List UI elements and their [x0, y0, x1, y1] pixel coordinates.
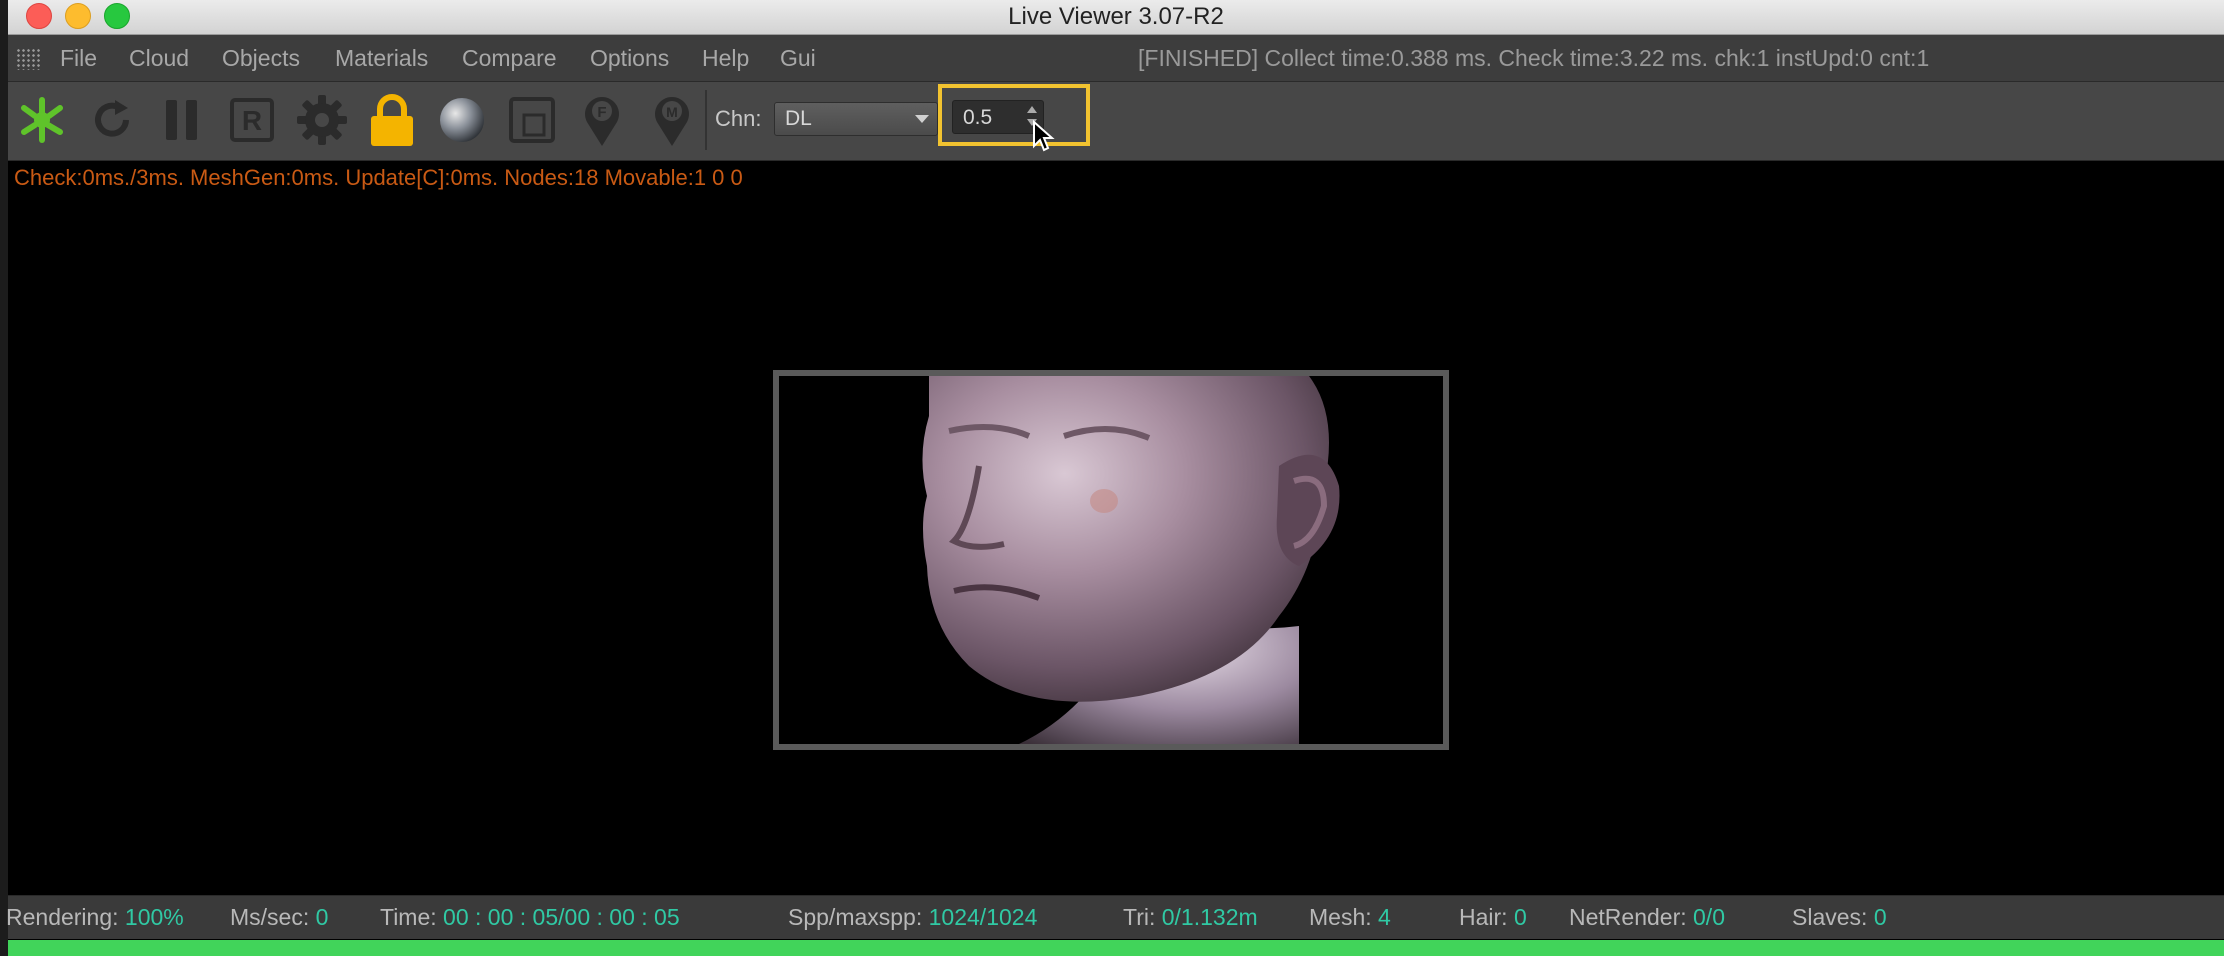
- octane-render-icon[interactable]: [14, 92, 70, 148]
- live-viewer-window: Live Viewer 3.07-R2 File Cloud Objects M…: [6, 0, 2224, 956]
- menu-compare[interactable]: Compare: [462, 45, 557, 72]
- render-info-line: Check:0ms./3ms. MeshGen:0ms. Update[C]:0…: [14, 165, 743, 190]
- netrender-value: 0/0: [1693, 904, 1725, 930]
- hair-stat: Hair: 0: [1459, 904, 1527, 931]
- render-progress-fill: [8, 940, 2224, 956]
- menu-gui[interactable]: Gui: [780, 45, 816, 72]
- restart-icon[interactable]: [84, 92, 140, 148]
- material-picker-icon[interactable]: M: [644, 92, 700, 148]
- channel-dropdown[interactable]: DL: [774, 102, 938, 136]
- tri-value: 0/1.132m: [1161, 904, 1258, 930]
- collect-status-text: [FINISHED] Collect time:0.388 ms. Check …: [1138, 45, 1930, 71]
- svg-text:R: R: [242, 105, 262, 136]
- chevron-down-icon: [915, 115, 929, 123]
- slaves-value: 0: [1873, 904, 1887, 930]
- time-label: Time:: [380, 904, 437, 930]
- tri-label: Tri:: [1123, 904, 1156, 930]
- pause-icon[interactable]: [154, 92, 210, 148]
- slaves-label: Slaves:: [1792, 904, 1868, 930]
- menu-options[interactable]: Options: [590, 45, 669, 72]
- spp-label: Spp/maxspp:: [788, 904, 923, 930]
- rendered-head-image: [779, 376, 1443, 744]
- time-stat: Time: 00 : 00 : 05/00 : 00 : 05: [380, 904, 680, 931]
- mesh-value: 4: [1378, 904, 1391, 930]
- mssec-value: 0: [315, 904, 329, 930]
- menu-bar: File Cloud Objects Materials Compare Opt…: [8, 35, 2224, 82]
- focus-region-icon[interactable]: [504, 92, 560, 148]
- spp-value: 1024/1024: [928, 904, 1038, 930]
- material-sphere-icon[interactable]: [434, 92, 490, 148]
- menu-help[interactable]: Help: [702, 45, 749, 72]
- mouse-cursor-icon: [1033, 120, 1055, 152]
- menu-cloud[interactable]: Cloud: [129, 45, 189, 72]
- spp-stat: Spp/maxspp: 1024/1024: [788, 904, 1037, 931]
- rendering-value: 100%: [124, 904, 184, 930]
- mesh-stat: Mesh: 4: [1309, 904, 1391, 931]
- svg-text:F: F: [597, 104, 606, 121]
- toolbar-separator: [705, 90, 707, 150]
- channel-label: Chn:: [715, 106, 762, 131]
- slaves-stat: Slaves: 0: [1792, 904, 1887, 931]
- lock-icon[interactable]: [364, 92, 420, 148]
- title-bar: Live Viewer 3.07-R2: [8, 0, 2224, 35]
- mssec-label: Ms/sec:: [230, 904, 310, 930]
- spin-up-arrow-icon[interactable]: [1027, 106, 1037, 113]
- channel-value: DL: [785, 107, 812, 130]
- hair-label: Hair:: [1459, 904, 1508, 930]
- hair-value: 0: [1513, 904, 1527, 930]
- toolbar: R F M Chn: DL 0.5: [8, 82, 2224, 161]
- render-progress-bar: [8, 940, 2224, 956]
- mesh-label: Mesh:: [1309, 904, 1372, 930]
- svg-text:M: M: [666, 104, 678, 120]
- mssec-stat: Ms/sec: 0: [230, 904, 328, 931]
- netrender-label: NetRender:: [1569, 904, 1687, 930]
- status-bar: Rendering: 100% Ms/sec: 0 Time: 00 : 00 …: [6, 895, 2224, 939]
- settings-gear-icon[interactable]: [294, 92, 350, 148]
- render-image-frame: [773, 370, 1449, 750]
- time-value: 00 : 00 : 05/00 : 00 : 05: [443, 904, 680, 930]
- focus-picker-icon[interactable]: F: [574, 92, 630, 148]
- rendering-stat: Rendering: 100%: [6, 904, 184, 931]
- menu-materials[interactable]: Materials: [335, 45, 428, 72]
- region-render-icon[interactable]: R: [224, 92, 280, 148]
- grip-handle-icon[interactable]: [16, 48, 42, 70]
- menu-objects[interactable]: Objects: [222, 45, 300, 72]
- netrender-stat: NetRender: 0/0: [1569, 904, 1725, 931]
- window-title: Live Viewer 3.07-R2: [1008, 3, 1224, 30]
- spinbox-value: 0.5: [963, 106, 993, 129]
- rendering-label: Rendering:: [6, 904, 119, 930]
- menu-file[interactable]: File: [60, 45, 97, 72]
- tri-stat: Tri: 0/1.132m: [1123, 904, 1258, 931]
- render-viewport[interactable]: Check:0ms./3ms. MeshGen:0ms. Update[C]:0…: [8, 161, 2224, 895]
